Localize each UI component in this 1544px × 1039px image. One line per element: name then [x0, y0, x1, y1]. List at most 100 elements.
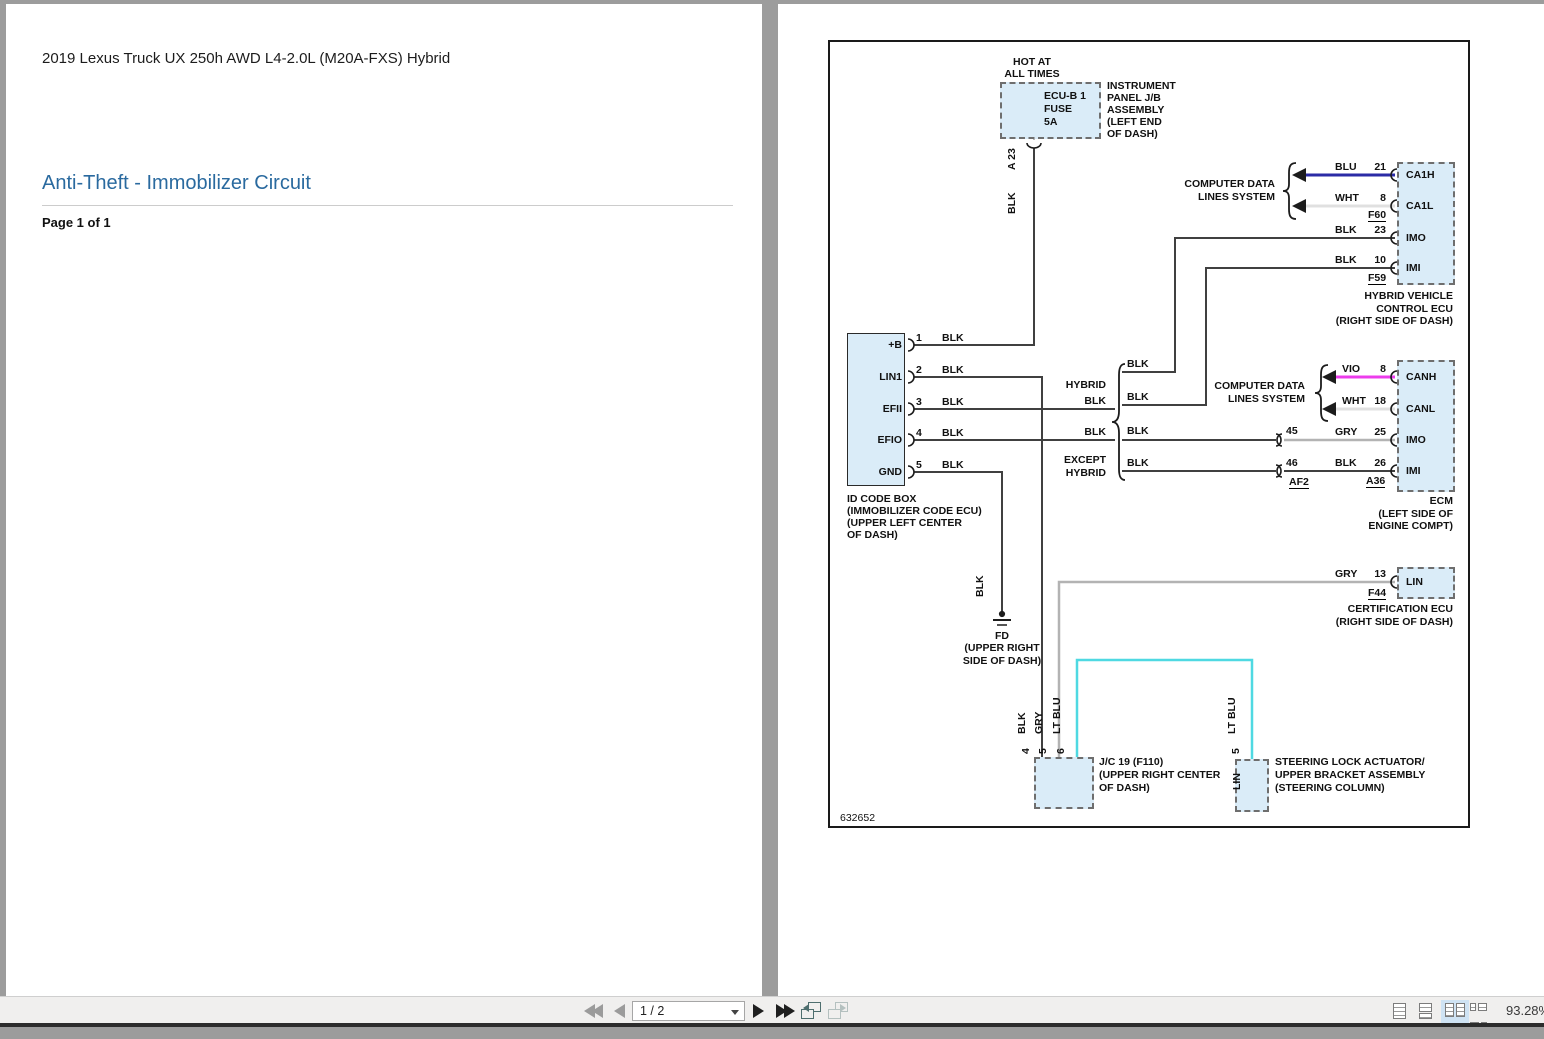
- idbox-pin-num: 2: [916, 364, 922, 376]
- facing-pages-icon: [1456, 1003, 1465, 1017]
- next-page-button[interactable]: [753, 1004, 764, 1023]
- last-page-button[interactable]: [776, 1004, 795, 1023]
- jc19-box: [1034, 757, 1094, 809]
- pin-arc: [908, 403, 914, 415]
- terminal-canh: CANH: [1406, 371, 1436, 383]
- idbox-pin-name: LIN1: [850, 371, 902, 383]
- combobox-caret-icon: [731, 1010, 739, 1015]
- previous-view-button[interactable]: [801, 1002, 821, 1019]
- wire-blk-label-fuse: BLK: [1007, 192, 1018, 214]
- hot-at-label: HOT AT ALL TIMES: [990, 56, 1074, 80]
- ground-dot: [999, 611, 1004, 616]
- idbox-pin-num: 5: [916, 459, 922, 471]
- steer-name-line: UPPER BRACKET ASSEMBLY: [1275, 769, 1425, 782]
- last-page-icon: [784, 1004, 795, 1018]
- hybrid-ecu-name: HYBRID VEHICLE CONTROL ECU (RIGHT SIDE O…: [1336, 290, 1453, 328]
- next-view-button[interactable]: [828, 1002, 848, 1019]
- fuse-word: FUSE: [1044, 103, 1086, 116]
- steering-lock-name: STEERING LOCK ACTUATOR/ UPPER BRACKET AS…: [1275, 756, 1425, 795]
- wire-color-label: BLK: [1127, 425, 1149, 437]
- ecu-name-line: (RIGHT SIDE OF DASH): [1336, 616, 1453, 629]
- cdl-line: COMPUTER DATA: [1184, 178, 1275, 191]
- wiring-diagram: HOT AT ALL TIMES ECU-B 1 FUSE 5A INSTRUM…: [828, 40, 1470, 828]
- conn-pin-45: 45: [1286, 425, 1298, 437]
- pin-number: 23: [1364, 224, 1386, 236]
- wire-ltblu-label-jc: LT BLU: [1052, 697, 1063, 734]
- single-page-icon: [1393, 1003, 1406, 1019]
- ecu-name-line: ECM: [1368, 495, 1453, 508]
- pin-number: 10: [1364, 254, 1386, 266]
- idbox-name-line: OF DASH): [847, 529, 982, 541]
- terminal-lin: LIN: [1406, 576, 1423, 588]
- idbox-name-line: ID CODE BOX: [847, 493, 982, 505]
- wire-gry-label-jc: GRY: [1034, 712, 1045, 734]
- ecu-name-line: (LEFT SIDE OF: [1368, 508, 1453, 521]
- jc-name-line: J/C 19 (F110): [1099, 756, 1220, 769]
- idbox-pin-num: 4: [916, 427, 922, 439]
- connector-a23-label: A 23: [1007, 148, 1018, 170]
- wire-color-label: BLK: [942, 332, 964, 344]
- ecu-name-line: CONTROL ECU: [1336, 303, 1453, 316]
- arrow-left: [1322, 402, 1336, 416]
- page-count-label: Page 1 of 1: [42, 215, 111, 230]
- jb-line: ASSEMBLY: [1107, 104, 1176, 116]
- wire-blk-label-jc: BLK: [1017, 712, 1028, 734]
- cdl-line: LINES SYSTEM: [1184, 191, 1275, 204]
- hot-at-line2: ALL TIMES: [990, 68, 1074, 80]
- figure-number: 632652: [840, 812, 875, 824]
- ground-symbol: [993, 611, 1011, 625]
- ecu-name-line: CERTIFICATION ECU: [1336, 603, 1453, 616]
- terminal-ca1h: CA1H: [1406, 169, 1435, 181]
- pin-number: 8: [1364, 363, 1386, 375]
- id-code-box-name: ID CODE BOX (IMMOBILIZER CODE ECU) (UPPE…: [847, 493, 982, 541]
- arrow-left: [1292, 199, 1306, 213]
- wire-color-label: WHT: [1335, 192, 1359, 204]
- wire-ltblu-label-steer: LT BLU: [1227, 697, 1238, 734]
- vehicle-title: 2019 Lexus Truck UX 250h AWD L4-2.0L (M2…: [42, 50, 450, 67]
- jc19-name: J/C 19 (F110) (UPPER RIGHT CENTER OF DAS…: [1099, 756, 1220, 795]
- pin-arc: [908, 466, 914, 478]
- cdl-label-ecm: COMPUTER DATA LINES SYSTEM: [1214, 380, 1305, 406]
- jb-line: OF DASH): [1107, 128, 1176, 140]
- first-page-button[interactable]: [584, 1004, 603, 1023]
- wire-color-label: BLK: [1127, 391, 1149, 403]
- ecu-name-line: (RIGHT SIDE OF DASH): [1336, 315, 1453, 328]
- wire-color-label: BLU: [1335, 161, 1357, 173]
- page-indicator-value: 1 / 2: [640, 1004, 664, 1018]
- wire-color-label: BLK: [942, 459, 964, 471]
- ground-loc-line: (UPPER RIGHT: [948, 642, 1056, 655]
- jc-pin-5: 5: [1038, 748, 1049, 754]
- ground-location: (UPPER RIGHT SIDE OF DASH): [948, 642, 1056, 668]
- single-page-view-button[interactable]: [1393, 1003, 1406, 1021]
- inline-connector-af2: [1276, 434, 1282, 477]
- pin-number: 8: [1364, 192, 1386, 204]
- ecm-name: ECM (LEFT SIDE OF ENGINE COMPT): [1368, 495, 1453, 533]
- facing-pages-view-button[interactable]: [1441, 1000, 1469, 1024]
- wire-color-label: VIO: [1342, 363, 1360, 375]
- zoom-level-value[interactable]: 93.28%: [1506, 1003, 1544, 1018]
- wire-plus-b: [914, 148, 1034, 345]
- wire-color-label: WHT: [1342, 395, 1366, 407]
- arrow-left: [1322, 370, 1336, 384]
- wire-color-label: BLK: [1084, 395, 1106, 407]
- continuous-view-button[interactable]: [1419, 1003, 1432, 1019]
- continuous-icon: [1419, 1003, 1432, 1012]
- page-number-combobox[interactable]: 1 / 2: [632, 1001, 745, 1021]
- except-line: EXCEPT: [1064, 454, 1106, 467]
- variant-brace: [1112, 364, 1125, 480]
- idbox-pin-name: EFII: [850, 403, 902, 415]
- window-bottom-edge: [0, 1023, 1544, 1027]
- terminal-steer-lin: LIN: [1232, 773, 1243, 790]
- ecu-name-line: HYBRID VEHICLE: [1336, 290, 1453, 303]
- idbox-name-line: (IMMOBILIZER CODE ECU): [847, 505, 982, 517]
- facing-continuous-view-button[interactable]: [1470, 1003, 1487, 1039]
- previous-page-button[interactable]: [614, 1004, 625, 1023]
- connector-f44: F44: [1368, 587, 1386, 600]
- wire-color-label: BLK: [1127, 358, 1149, 370]
- pin-number: 25: [1364, 426, 1386, 438]
- idbox-pin-name: EFIO: [850, 434, 902, 446]
- cdl-line: LINES SYSTEM: [1214, 393, 1305, 406]
- pdf-toolbar: 1 / 2 93.28%: [0, 996, 1544, 1024]
- fuse-rating: 5A: [1044, 116, 1086, 129]
- hot-at-line1: HOT AT: [990, 56, 1074, 68]
